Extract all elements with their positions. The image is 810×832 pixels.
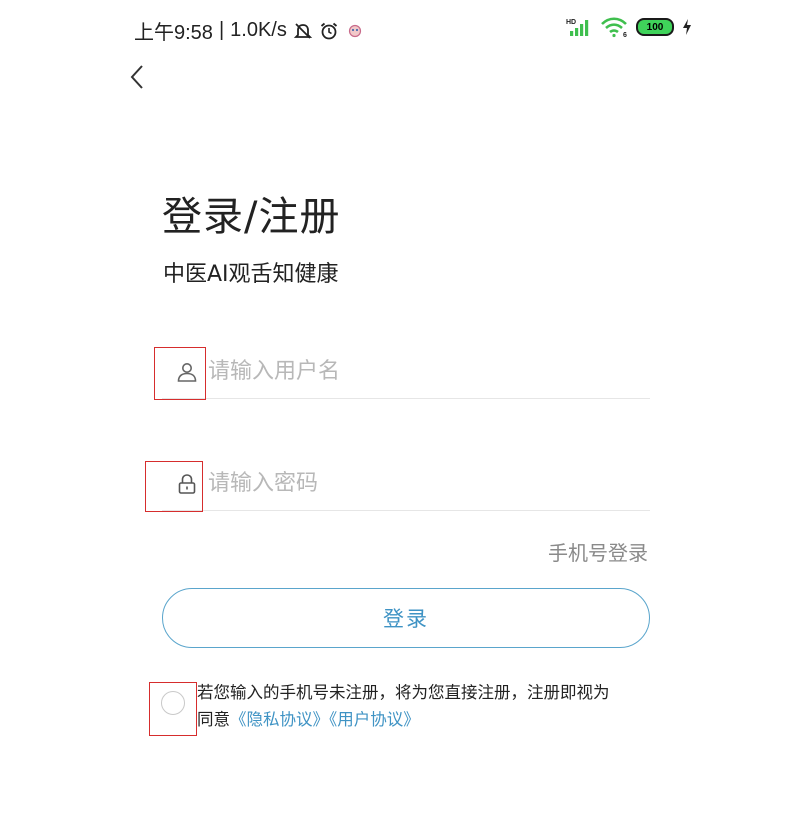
login-button[interactable]: 登录	[162, 588, 650, 648]
user-agreement-link[interactable]: 《用户协议》	[329, 710, 420, 729]
signal-icon: HD	[566, 19, 589, 36]
status-speed: 1.0K/s	[230, 19, 287, 41]
status-bar: 上午9:58 | 1.0K/s HD 6 100	[0, 0, 810, 58]
back-button[interactable]	[124, 62, 154, 92]
status-right: HD 6 100	[566, 16, 692, 38]
battery-indicator: 100	[636, 18, 674, 36]
wifi-label: 6	[623, 32, 627, 38]
page-subtitle: 中医AI观舌知健康	[163, 262, 339, 287]
chevron-left-icon	[130, 65, 143, 89]
user-icon	[172, 357, 202, 387]
username-field	[162, 346, 650, 399]
status-left: 上午9:58 | 1.0K/s	[134, 16, 365, 45]
charging-icon	[683, 19, 691, 35]
wifi-icon: 6	[601, 17, 627, 38]
status-time: 上午9:58	[134, 22, 213, 44]
password-field	[162, 458, 650, 511]
phone-login-link[interactable]: 手机号登录	[548, 537, 648, 566]
username-input[interactable]	[208, 354, 638, 388]
page-title: 登录/注册	[162, 194, 341, 240]
agreement-checkbox[interactable]	[161, 691, 185, 715]
agreement-line1: 若您输入的手机号未注册，将为您直接注册，注册即视为	[197, 683, 610, 702]
status-separator: |	[218, 19, 225, 41]
app-notification-icon	[348, 24, 361, 37]
agreement-prefix: 同意	[197, 710, 230, 729]
privacy-policy-link[interactable]: 《隐私协议》	[230, 710, 329, 729]
password-input[interactable]	[208, 466, 638, 500]
agreement-text: 若您输入的手机号未注册，将为您直接注册，注册即视为 同意《隐私协议》《用户协议》	[197, 679, 667, 733]
bell-off-icon	[293, 22, 313, 39]
lock-icon	[172, 469, 202, 499]
alarm-icon	[320, 22, 337, 39]
network-type: HD	[566, 19, 576, 26]
